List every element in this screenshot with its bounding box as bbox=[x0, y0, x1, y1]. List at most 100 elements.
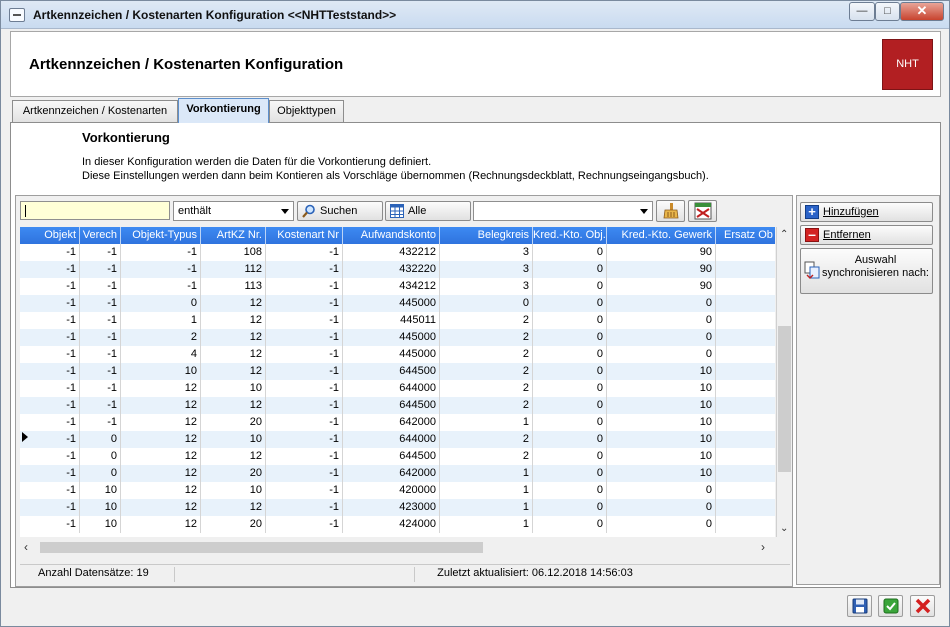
table-cell[interactable]: -1 bbox=[266, 312, 343, 329]
table-row[interactable]: -1 -1 4 12 -1 445000 2 0 0 bbox=[20, 346, 775, 363]
table-cell[interactable]: -1 bbox=[121, 278, 201, 295]
table-cell[interactable]: 12 bbox=[121, 448, 201, 465]
table-cell[interactable]: 644000 bbox=[343, 380, 440, 397]
table-row[interactable]: -1 10 12 20 -1 424000 1 0 0 bbox=[20, 516, 775, 533]
column-header[interactable]: Verech bbox=[80, 227, 121, 244]
table-cell[interactable]: 10 bbox=[121, 363, 201, 380]
clear-filter-button[interactable] bbox=[656, 200, 685, 222]
table-cell[interactable]: 90 bbox=[607, 244, 716, 261]
table-cell[interactable]: 12 bbox=[201, 346, 266, 363]
table-cell[interactable] bbox=[716, 312, 775, 329]
column-header[interactable]: Objekt bbox=[20, 227, 80, 244]
table-cell[interactable]: 10 bbox=[201, 380, 266, 397]
table-cell[interactable]: -1 bbox=[80, 329, 121, 346]
minimize-button[interactable]: — bbox=[849, 2, 875, 21]
column-header[interactable]: ArtKZ Nr. bbox=[201, 227, 266, 244]
table-cell[interactable]: 12 bbox=[201, 499, 266, 516]
table-cell[interactable] bbox=[716, 465, 775, 482]
table-cell[interactable] bbox=[716, 414, 775, 431]
table-cell[interactable]: 2 bbox=[440, 329, 533, 346]
table-cell[interactable]: -1 bbox=[121, 244, 201, 261]
table-cell[interactable]: 10 bbox=[80, 499, 121, 516]
show-all-button[interactable]: Alle bbox=[385, 201, 471, 221]
table-cell[interactable]: 20 bbox=[201, 516, 266, 533]
table-row[interactable]: -1 10 12 12 -1 423000 1 0 0 bbox=[20, 499, 775, 516]
table-cell[interactable] bbox=[716, 346, 775, 363]
column-header[interactable]: Ersatz Ob bbox=[716, 227, 775, 244]
column-header[interactable]: Objekt-Typus bbox=[121, 227, 201, 244]
table-cell[interactable]: -1 bbox=[266, 278, 343, 295]
table-cell[interactable]: 445000 bbox=[343, 329, 440, 346]
table-cell[interactable]: -1 bbox=[20, 312, 80, 329]
column-header[interactable]: Kred.-Kto. Obj. bbox=[533, 227, 607, 244]
table-cell[interactable]: 12 bbox=[121, 380, 201, 397]
table-cell[interactable]: 0 bbox=[440, 295, 533, 312]
table-cell[interactable]: 3 bbox=[440, 278, 533, 295]
title-bar[interactable]: Artkennzeichen / Kostenarten Konfigurati… bbox=[1, 1, 949, 29]
table-cell[interactable]: -1 bbox=[20, 431, 80, 448]
table-cell[interactable]: -1 bbox=[80, 278, 121, 295]
table-row[interactable]: -1 -1 0 12 -1 445000 0 0 0 bbox=[20, 295, 775, 312]
table-cell[interactable]: -1 bbox=[266, 295, 343, 312]
table-cell[interactable]: 113 bbox=[201, 278, 266, 295]
table-cell[interactable]: 0 bbox=[607, 346, 716, 363]
table-cell[interactable]: -1 bbox=[266, 431, 343, 448]
table-cell[interactable]: -1 bbox=[80, 261, 121, 278]
table-cell[interactable]: 12 bbox=[201, 448, 266, 465]
data-grid[interactable]: Objekt Verech Objekt-Typus ArtKZ Nr. Kostena… bbox=[20, 227, 775, 537]
table-cell[interactable]: 112 bbox=[201, 261, 266, 278]
tab-vorkontierung[interactable]: Vorkontierung bbox=[178, 98, 269, 123]
table-cell[interactable]: 0 bbox=[533, 499, 607, 516]
table-cell[interactable]: -1 bbox=[80, 363, 121, 380]
table-cell[interactable]: 2 bbox=[121, 329, 201, 346]
table-cell[interactable]: -1 bbox=[266, 380, 343, 397]
table-cell[interactable]: 10 bbox=[607, 465, 716, 482]
table-cell[interactable]: 644500 bbox=[343, 363, 440, 380]
table-cell[interactable]: 10 bbox=[80, 482, 121, 499]
table-cell[interactable] bbox=[716, 363, 775, 380]
table-cell[interactable]: -1 bbox=[20, 499, 80, 516]
table-cell[interactable]: -1 bbox=[266, 244, 343, 261]
table-row[interactable]: -1 -1 10 12 -1 644500 2 0 10 bbox=[20, 363, 775, 380]
table-cell[interactable]: 12 bbox=[201, 295, 266, 312]
table-cell[interactable] bbox=[716, 295, 775, 312]
remove-button[interactable]: – Entfernen bbox=[800, 225, 933, 245]
table-cell[interactable]: 445000 bbox=[343, 295, 440, 312]
table-cell[interactable]: -1 bbox=[266, 346, 343, 363]
column-header[interactable]: Belegkreis bbox=[440, 227, 533, 244]
table-row[interactable]: -1 0 12 20 -1 642000 1 0 10 bbox=[20, 465, 775, 482]
table-cell[interactable]: -1 bbox=[20, 261, 80, 278]
table-cell[interactable]: 2 bbox=[440, 312, 533, 329]
table-cell[interactable] bbox=[716, 397, 775, 414]
add-button[interactable]: + Hinzufügen bbox=[800, 202, 933, 222]
table-cell[interactable]: 0 bbox=[533, 363, 607, 380]
table-cell[interactable]: 0 bbox=[533, 448, 607, 465]
table-cell[interactable]: 0 bbox=[80, 465, 121, 482]
table-cell[interactable]: 2 bbox=[440, 397, 533, 414]
table-cell[interactable]: 0 bbox=[533, 465, 607, 482]
table-cell[interactable]: 0 bbox=[607, 295, 716, 312]
table-cell[interactable]: -1 bbox=[20, 448, 80, 465]
filter-select[interactable] bbox=[473, 201, 653, 221]
save-button[interactable] bbox=[847, 595, 872, 617]
table-cell[interactable]: -1 bbox=[20, 516, 80, 533]
table-cell[interactable]: -1 bbox=[121, 261, 201, 278]
table-cell[interactable]: -1 bbox=[20, 414, 80, 431]
table-cell[interactable]: -1 bbox=[266, 363, 343, 380]
table-cell[interactable]: -1 bbox=[20, 346, 80, 363]
table-cell[interactable]: -1 bbox=[20, 482, 80, 499]
table-cell[interactable] bbox=[716, 448, 775, 465]
table-row[interactable]: -1 0 12 10 -1 644000 2 0 10 bbox=[20, 431, 775, 448]
vertical-scroll-thumb[interactable] bbox=[778, 326, 791, 472]
close-button[interactable]: ✕ bbox=[900, 2, 944, 21]
table-cell[interactable]: -1 bbox=[20, 363, 80, 380]
table-cell[interactable] bbox=[716, 261, 775, 278]
table-cell[interactable]: -1 bbox=[20, 397, 80, 414]
table-cell[interactable]: 0 bbox=[607, 499, 716, 516]
table-cell[interactable]: 2 bbox=[440, 380, 533, 397]
table-cell[interactable]: 424000 bbox=[343, 516, 440, 533]
table-cell[interactable]: 0 bbox=[80, 448, 121, 465]
maximize-button[interactable]: □ bbox=[875, 2, 900, 21]
table-cell[interactable]: 1 bbox=[440, 499, 533, 516]
horizontal-scrollbar[interactable]: ‹ › bbox=[20, 539, 776, 555]
